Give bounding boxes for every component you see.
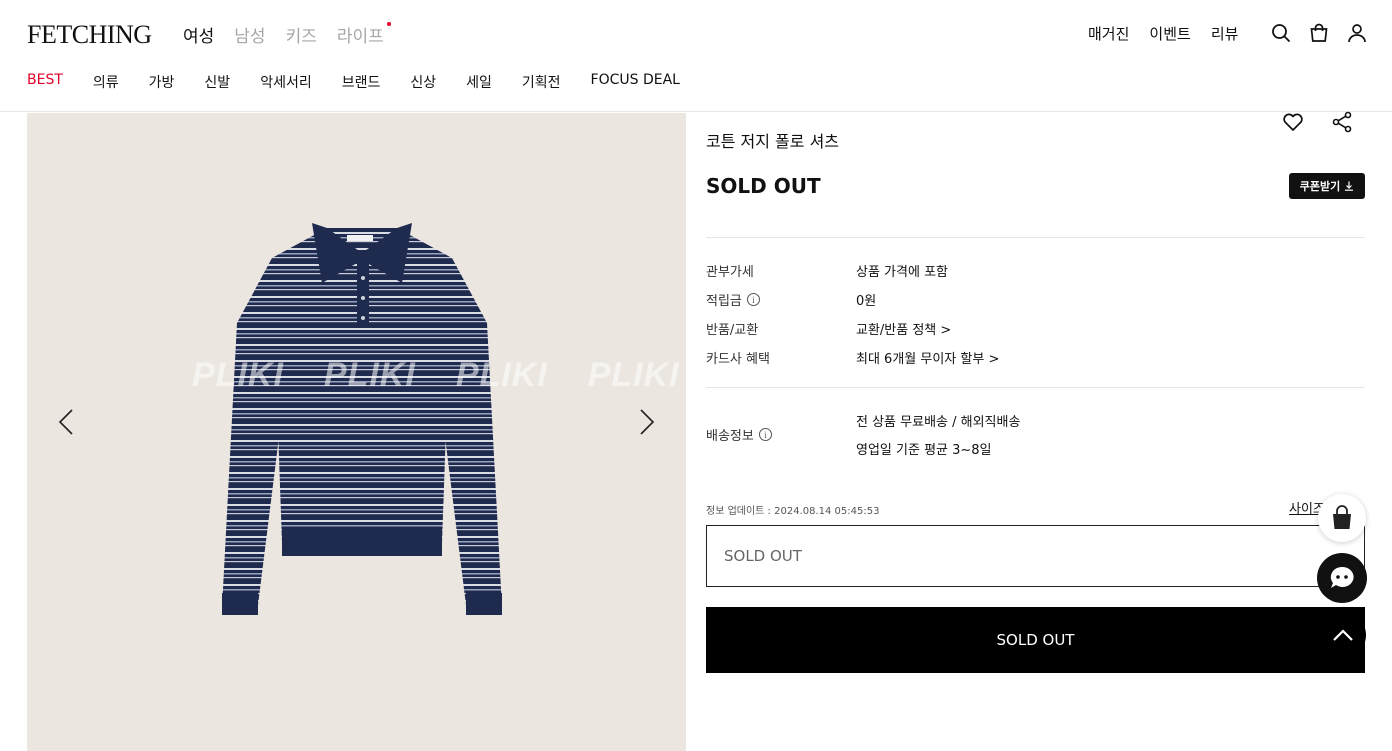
category-accessories[interactable]: 악세서리 xyxy=(260,72,312,92)
info-label: 배송정보 xyxy=(706,429,754,444)
category-exhibition[interactable]: 기획전 xyxy=(522,72,561,92)
heart-icon[interactable] xyxy=(1281,110,1305,134)
sold-out-button[interactable]: SOLD OUT xyxy=(706,607,1365,673)
info-row-shipping: 배송정보 i 전 상품 무료배송 / 해외직배송 영업일 기준 평균 3~8일 xyxy=(706,411,1020,458)
info-row-points: 적립금 i 0원 xyxy=(706,290,876,309)
info-value: 상품 가격에 포함 xyxy=(856,265,948,280)
share-icon[interactable] xyxy=(1330,110,1354,134)
info-row-duty: 관부가세 상품 가격에 포함 xyxy=(706,261,948,280)
chevron-up-icon xyxy=(1333,629,1353,641)
gender-tab-life[interactable]: 라이프 xyxy=(336,22,391,47)
info-row-returns: 반품/교환 교환/반품 정책 > xyxy=(706,319,951,338)
info-value: 0원 xyxy=(856,294,877,309)
gender-tab-women[interactable]: 여성 xyxy=(183,22,214,47)
nav-magazine[interactable]: 매거진 xyxy=(1088,23,1129,44)
watermark-text: PLIKI xyxy=(587,356,680,394)
next-image-arrow-icon[interactable] xyxy=(635,407,659,437)
sold-out-status: SOLD OUT xyxy=(706,174,821,198)
header-icons xyxy=(1270,22,1368,44)
chat-icon xyxy=(1330,566,1354,588)
info-label: 반품/교환 xyxy=(706,323,759,338)
info-row-card: 카드사 혜택 최대 6개월 무이자 할부 > xyxy=(706,348,999,367)
prev-image-arrow-icon[interactable] xyxy=(54,407,78,437)
product-image-gallery: PLIKI PLIKI PLIKI PLIKI xyxy=(27,113,686,751)
shipping-line-1: 전 상품 무료배송 / 해외직배송 xyxy=(856,415,1021,430)
category-brands[interactable]: 브랜드 xyxy=(342,72,381,92)
category-bags[interactable]: 가방 xyxy=(149,72,175,92)
nav-event[interactable]: 이벤트 xyxy=(1149,23,1190,44)
info-label: 카드사 혜택 xyxy=(706,352,770,367)
category-new[interactable]: 신상 xyxy=(410,72,436,92)
category-clothing[interactable]: 의류 xyxy=(93,72,119,92)
search-icon[interactable] xyxy=(1270,22,1292,44)
info-circle-icon[interactable]: i xyxy=(758,428,772,441)
nav-review[interactable]: 리뷰 xyxy=(1211,23,1239,44)
info-value: 전 상품 무료배송 / 해외직배송 영업일 기준 평균 3~8일 xyxy=(856,411,1020,458)
info-label: 관부가세 xyxy=(706,265,754,280)
card-benefit-link[interactable]: 최대 6개월 무이자 할부 > xyxy=(856,348,999,367)
product-name: 코튼 저지 폴로 셔츠 xyxy=(706,132,840,151)
option-select[interactable]: SOLD OUT xyxy=(706,525,1365,587)
util-nav: 매거진 이벤트 리뷰 xyxy=(1088,23,1238,44)
update-timestamp: 정보 업데이트 : 2024.08.14 05:45:53 xyxy=(706,506,880,517)
gender-tab-life-label: 라이프 xyxy=(336,27,384,47)
divider xyxy=(706,387,1365,388)
category-best[interactable]: BEST xyxy=(27,72,63,92)
gender-nav: 여성 남성 키즈 라이프 xyxy=(183,22,391,47)
category-nav: BEST 의류 가방 신발 악세서리 브랜드 신상 세일 기획전 FOCUS D… xyxy=(27,72,710,92)
category-shoes[interactable]: 신발 xyxy=(204,72,230,92)
gender-tab-kids[interactable]: 키즈 xyxy=(286,22,317,47)
product-image xyxy=(222,223,502,615)
info-label-wrap: 배송정보 i xyxy=(706,411,856,458)
info-label-wrap: 적립금 i xyxy=(706,290,856,309)
chat-button[interactable] xyxy=(1317,553,1367,603)
divider xyxy=(706,237,1365,238)
category-focus-deal[interactable]: FOCUS DEAL xyxy=(591,72,680,92)
category-sale[interactable]: 세일 xyxy=(466,72,492,92)
info-label: 적립금 xyxy=(706,294,742,309)
info-circle-icon[interactable]: i xyxy=(746,293,760,306)
user-icon[interactable] xyxy=(1346,22,1368,44)
bag-icon xyxy=(1333,505,1351,529)
scroll-top-button[interactable] xyxy=(1320,612,1366,658)
floating-bag-button[interactable] xyxy=(1318,494,1366,542)
coupon-button-label: 쿠폰받기 xyxy=(1299,180,1341,193)
new-dot-indicator xyxy=(386,22,391,26)
coupon-button[interactable]: 쿠폰받기 xyxy=(1289,173,1365,199)
shipping-line-2: 영업일 기준 평균 3~8일 xyxy=(856,443,992,458)
gender-tab-men[interactable]: 남성 xyxy=(234,22,265,47)
site-header: FETCHING 여성 남성 키즈 라이프 매거진 이벤트 리뷰 BEST 의류… xyxy=(0,0,1392,112)
return-policy-link[interactable]: 교환/반품 정책 > xyxy=(856,319,951,338)
site-logo[interactable]: FETCHING xyxy=(27,20,152,50)
download-icon xyxy=(1345,181,1354,191)
shopping-bag-icon[interactable] xyxy=(1308,22,1330,44)
